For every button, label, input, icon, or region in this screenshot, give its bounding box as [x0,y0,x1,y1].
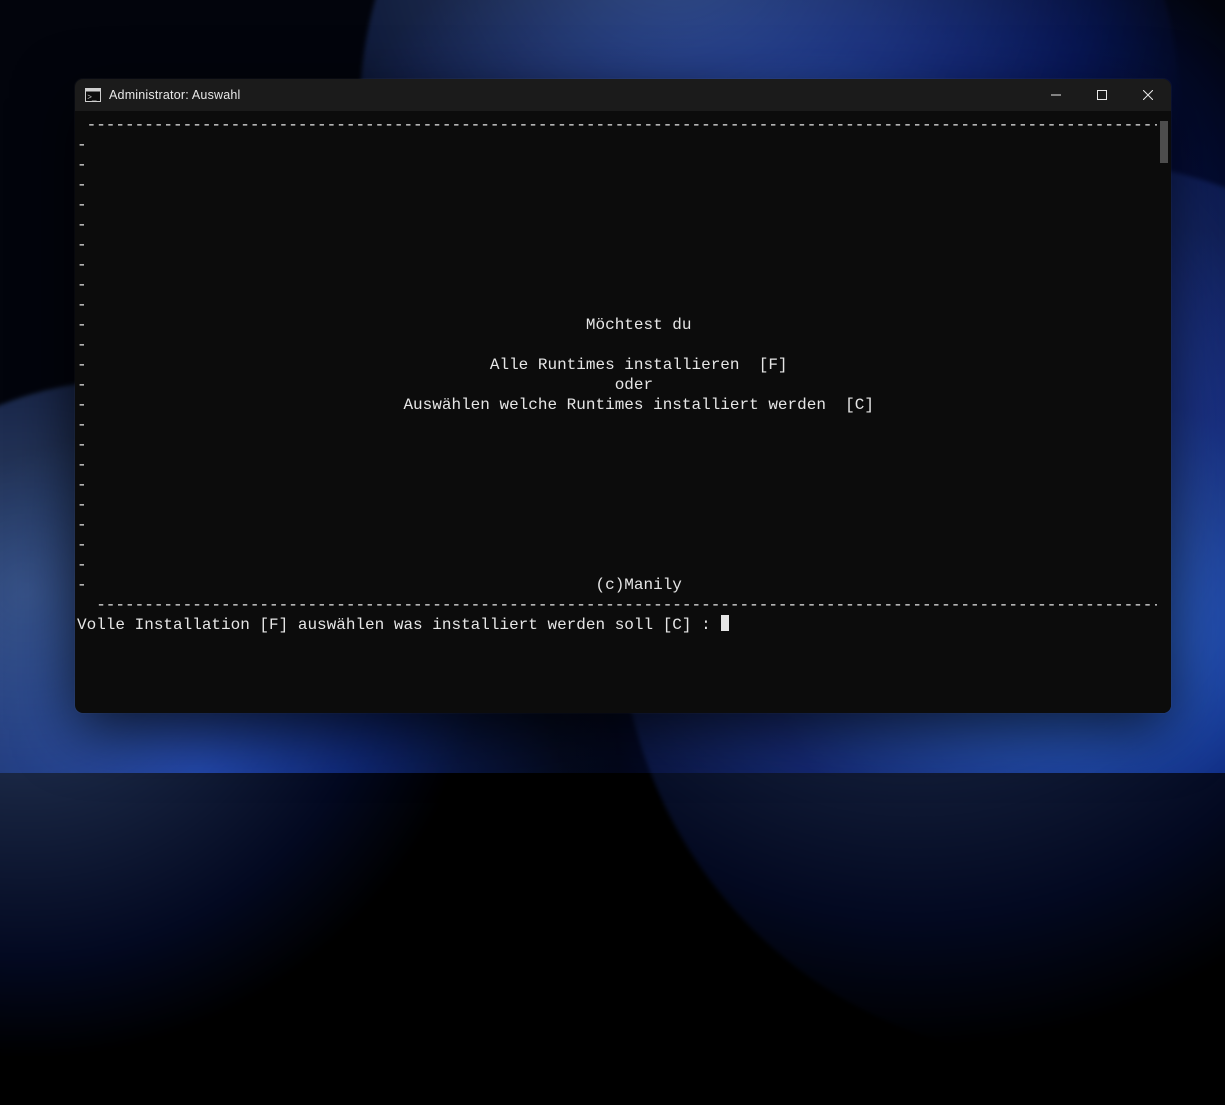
maximize-icon [1097,90,1107,100]
svg-text:>_: >_ [87,95,97,102]
maximize-button[interactable] [1079,79,1125,111]
titlebar[interactable]: >_ Administrator: Auswahl [75,79,1171,111]
text-cursor [721,615,729,631]
vertical-scrollbar[interactable] [1157,111,1171,713]
console-output[interactable]: ----------------------------------------… [75,111,1157,713]
cmd-icon: >_ [85,88,101,102]
scrollbar-thumb[interactable] [1160,121,1168,163]
close-button[interactable] [1125,79,1171,111]
close-icon [1143,90,1153,100]
minimize-icon [1051,90,1061,100]
console-window: >_ Administrator: Auswahl --------------… [75,79,1171,713]
window-title: Administrator: Auswahl [109,88,241,102]
minimize-button[interactable] [1033,79,1079,111]
